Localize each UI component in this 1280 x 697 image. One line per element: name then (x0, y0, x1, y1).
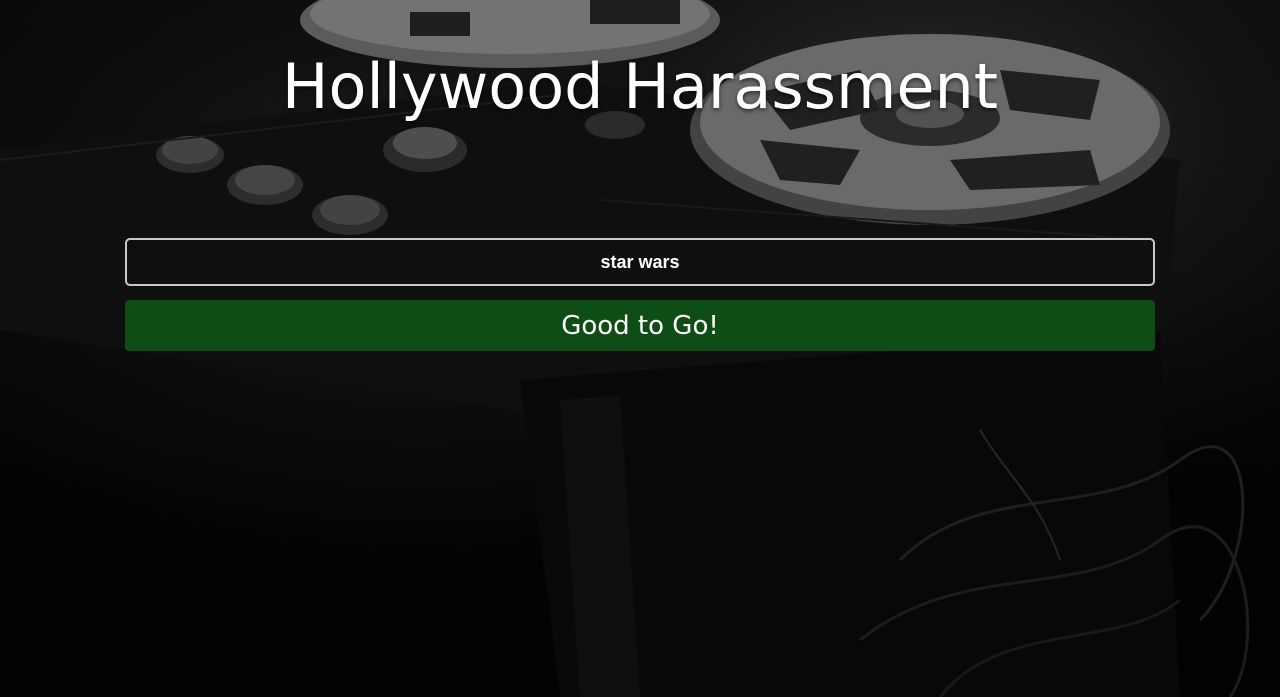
page-title: Hollywood Harassment (281, 50, 999, 123)
good-to-go-button[interactable]: Good to Go! (125, 300, 1155, 351)
search-input[interactable] (125, 238, 1155, 286)
page: Hollywood Harassment Good to Go! (0, 0, 1280, 697)
